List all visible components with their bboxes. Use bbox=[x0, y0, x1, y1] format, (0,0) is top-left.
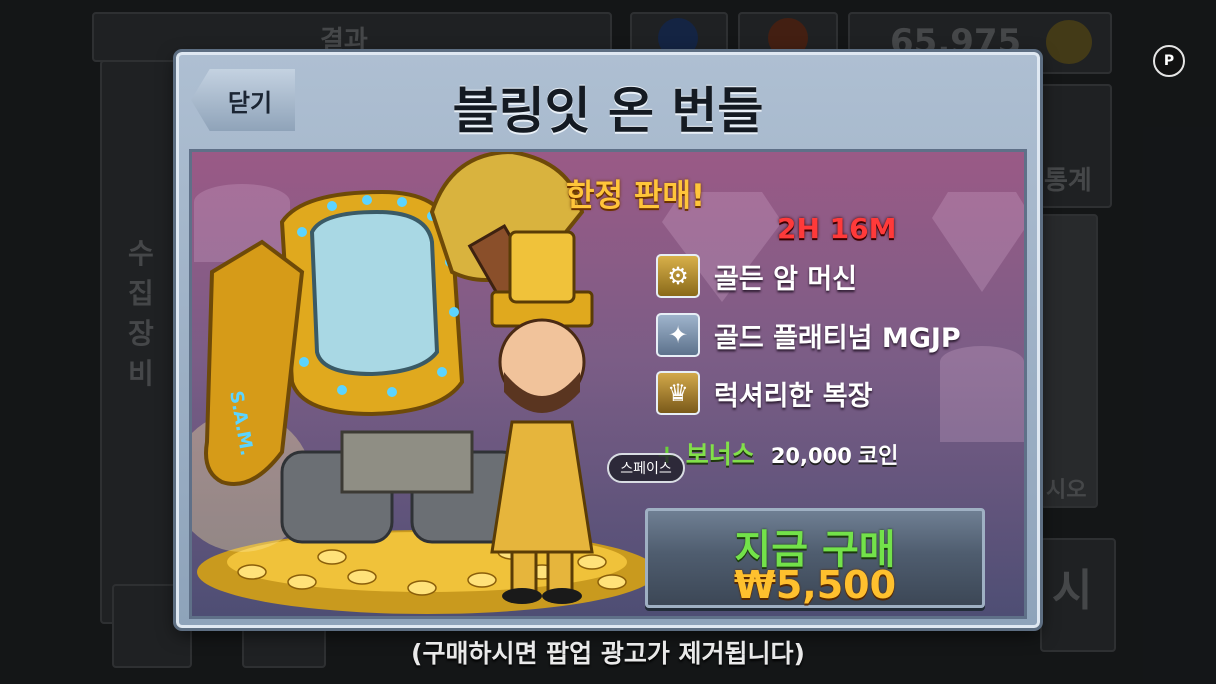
bundle-item: ♛ 럭셔리한 복장 bbox=[656, 369, 872, 417]
ad-removal-note: (구매하시면 팝업 광고가 제거됩니다) bbox=[411, 639, 805, 668]
bonus-amount: 20,000 bbox=[770, 444, 852, 468]
sale-timer: 2H 16M bbox=[777, 212, 897, 245]
p-button[interactable]: P bbox=[1153, 45, 1185, 77]
space-key-hint: 스페이스 bbox=[607, 453, 685, 483]
bonus-unit: 코인 bbox=[857, 444, 899, 469]
limited-sale-label: 한정 판매! bbox=[566, 178, 706, 214]
bundle-item: ⚙ 골든 암 머신 bbox=[656, 252, 857, 300]
bundle-item: ✦ 골드 플래티넘 MGJP bbox=[656, 311, 961, 359]
buy-now-button[interactable]: 지금 구매 ₩5,500 bbox=[645, 508, 985, 608]
luxury-outfit-icon: ♛ bbox=[656, 371, 700, 415]
popup-title: 블링잇 온 번들 bbox=[452, 82, 764, 140]
bonus-row: + 보너스 20,000 코인 bbox=[656, 435, 898, 471]
bundle-item-label: 골든 암 머신 bbox=[714, 263, 857, 295]
diamond-deco-icon bbox=[932, 192, 1024, 292]
bundle-item-label: 골드 플래티넘 MGJP bbox=[714, 322, 961, 354]
bundle-item-label: 럭셔리한 복장 bbox=[714, 380, 873, 412]
buy-price: ₩5,500 bbox=[733, 563, 897, 607]
bonus-label: 보너스 bbox=[685, 440, 755, 469]
gold-platinum-mgjp-icon: ✦ bbox=[656, 313, 700, 357]
golden-arm-machine-icon: ⚙ bbox=[656, 254, 700, 298]
bundle-artwork: S.A.M. bbox=[192, 152, 657, 614]
